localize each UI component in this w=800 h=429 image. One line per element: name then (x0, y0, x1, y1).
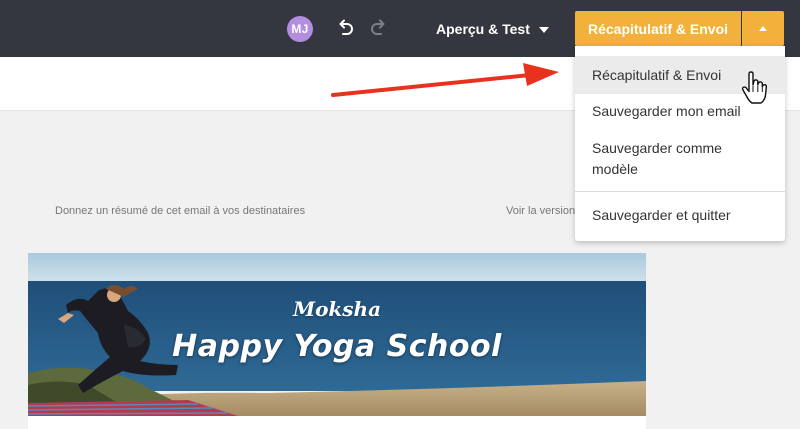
preview-test-menu[interactable]: Aperçu & Test (436, 18, 549, 40)
email-banner-image[interactable]: Moksha Happy Yoga School (28, 253, 646, 416)
banner-title: Happy Yoga School (172, 329, 502, 364)
redo-icon[interactable] (366, 16, 390, 40)
menu-item-label: Récapitulatif & Envoi (592, 66, 722, 83)
menu-item-label: Sauvegarder comme modèle (592, 140, 722, 177)
preview-label: Aperçu & Test (436, 21, 530, 37)
menu-item-save-quit[interactable]: Sauvegarder et quitter (575, 198, 785, 232)
menu-item-label: Sauvegarder et quitter (592, 206, 731, 223)
email-content-area (28, 416, 646, 429)
menu-divider (575, 191, 785, 192)
avatar-initials: MJ (291, 22, 309, 36)
summary-send-button[interactable]: Récapitulatif & Envoi (575, 11, 741, 46)
preheader-text[interactable]: Donnez un résumé de cet email à vos dest… (55, 205, 305, 217)
annotation-arrow-icon (331, 63, 559, 97)
caret-up-icon (759, 26, 767, 31)
banner-subtitle: Moksha (292, 297, 382, 321)
send-options-toggle[interactable] (742, 11, 784, 46)
view-online-link[interactable]: Voir la version (506, 205, 575, 217)
caret-down-icon (538, 26, 549, 33)
undo-icon[interactable] (334, 16, 358, 40)
user-avatar[interactable]: MJ (287, 16, 313, 42)
hand-cursor-icon (741, 71, 768, 104)
menu-item-label: Sauvegarder mon email (592, 102, 741, 119)
menu-item-save-template[interactable]: Sauvegarder comme modèle (575, 132, 743, 186)
summary-send-label: Récapitulatif & Envoi (587, 20, 729, 37)
